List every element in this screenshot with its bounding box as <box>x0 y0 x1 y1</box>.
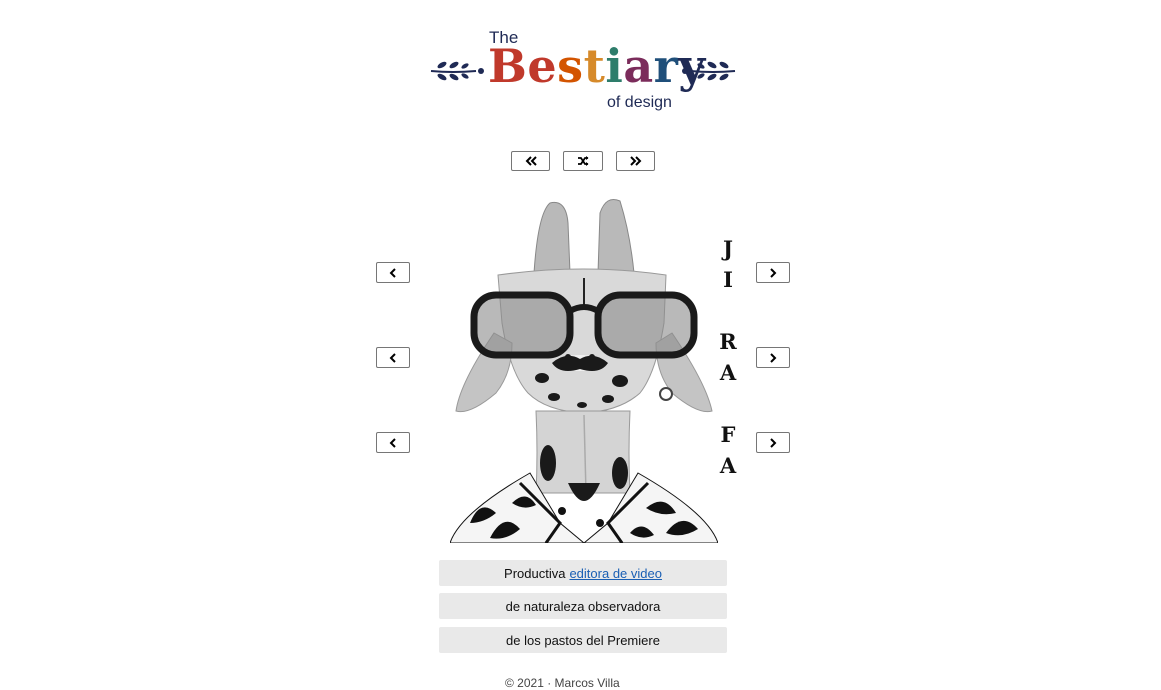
face-previous-button[interactable] <box>376 347 410 368</box>
head-next-button[interactable] <box>756 262 790 283</box>
chevron-right-icon <box>770 437 777 448</box>
name-letter: R <box>719 329 737 354</box>
name-letter: A <box>719 453 737 478</box>
phrase-line-3: de los pastos del Premiere <box>439 627 727 653</box>
body-next-button[interactable] <box>756 432 790 453</box>
next-beast-button[interactable] <box>616 151 655 171</box>
chevron-left-icon <box>389 437 396 448</box>
double-chevron-left-icon <box>525 156 537 166</box>
right-sprig-icon <box>682 61 736 81</box>
logo-subtitle: of design <box>607 94 672 111</box>
chevron-left-icon <box>389 352 396 363</box>
name-letter: A <box>719 360 737 385</box>
phrase-line-1-text: Productiva <box>504 565 566 581</box>
chevron-left-icon <box>389 267 396 278</box>
name-letter: I <box>723 267 733 292</box>
name-letter: F <box>720 422 736 447</box>
phrase-line-2: de naturaleza observadora <box>439 593 727 619</box>
name-letter: J <box>723 236 733 261</box>
head-previous-button[interactable] <box>376 262 410 283</box>
previous-beast-button[interactable] <box>511 151 550 171</box>
left-sprig-icon <box>430 61 484 81</box>
footer-credit: © 2021 · Marcos Villa <box>505 676 620 690</box>
chevron-right-icon <box>770 267 777 278</box>
face-next-button[interactable] <box>756 347 790 368</box>
giraffe-illustration <box>450 199 718 543</box>
shuffle-button[interactable] <box>563 151 603 171</box>
chevron-right-icon <box>770 352 777 363</box>
shuffle-icon <box>578 156 589 166</box>
logo-wordmark: Bestiary <box>488 39 706 93</box>
body-previous-button[interactable] <box>376 432 410 453</box>
bestiary-logo: The Bestiary of design <box>428 26 738 118</box>
phrase-line-1-link[interactable]: editora de video <box>569 566 662 581</box>
double-chevron-right-icon <box>629 156 641 166</box>
phrase-line-1: Productiva editora de video <box>439 560 727 586</box>
